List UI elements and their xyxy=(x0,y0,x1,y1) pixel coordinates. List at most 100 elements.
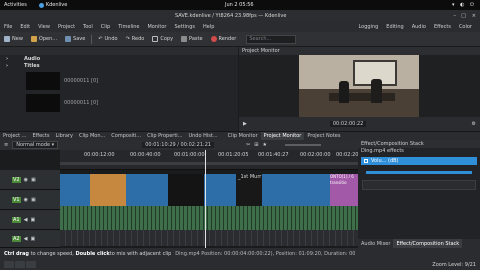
effect-enable-checkbox[interactable] xyxy=(364,159,368,163)
keyframe-bar[interactable] xyxy=(362,180,476,190)
ruler-tick-label: 00:01:00:00 xyxy=(174,152,205,158)
layout-audio[interactable]: Audio xyxy=(408,24,430,30)
layout-editing[interactable]: Editing xyxy=(382,24,407,30)
expand-icon[interactable]: › xyxy=(6,56,24,62)
open-button[interactable]: Open... xyxy=(27,33,61,46)
composition-clip[interactable]: ONTO[1] / 6 transitio xyxy=(330,174,358,206)
track-header-v2[interactable]: V2 ◉ ▣ xyxy=(0,170,60,190)
zoom-icon[interactable]: ⚙ xyxy=(472,121,476,127)
menu-monitor[interactable]: Monitor xyxy=(143,24,170,30)
video-preview[interactable] xyxy=(299,55,419,117)
video-clip[interactable] xyxy=(204,174,236,206)
undo-button[interactable]: ↶ Undo xyxy=(94,33,121,46)
eye-icon[interactable]: ◉ xyxy=(24,197,28,203)
zoom-slider[interactable] xyxy=(284,144,321,146)
split-icon[interactable]: ✂ xyxy=(246,142,250,148)
menu-help[interactable]: Help xyxy=(199,24,218,30)
video-clip[interactable] xyxy=(60,174,90,206)
menu-project[interactable]: Project xyxy=(54,24,79,30)
ruler-tick-label: 00:00:12:00 xyxy=(84,152,115,158)
monitor-timecode[interactable]: 00:02:00:22 xyxy=(329,121,367,127)
tab-effect-stack[interactable]: Effect/Composition Stack xyxy=(393,239,463,248)
close-icon[interactable]: × xyxy=(472,13,476,19)
layout-color[interactable]: Color xyxy=(455,24,476,30)
redo-label: Redo xyxy=(131,36,145,42)
menu-timeline[interactable]: Timeline xyxy=(114,24,143,30)
menu-clip[interactable]: Clip xyxy=(97,24,114,30)
toolbar-search-input[interactable]: Search... xyxy=(246,34,297,44)
menu-icon[interactable]: ≡ xyxy=(4,142,8,148)
title-clip[interactable]: _1st Murr xyxy=(236,174,262,206)
clip-label: ONTO[1] / 6 transitio xyxy=(330,174,354,185)
activities-button[interactable]: Activities xyxy=(0,2,31,8)
lock-icon[interactable]: ▣ xyxy=(31,177,36,183)
favorite-icon[interactable]: ★ xyxy=(262,142,266,148)
menu-edit[interactable]: Edit xyxy=(16,24,34,30)
track-header-v1[interactable]: V1 ◉ ▣ xyxy=(0,190,60,210)
maximize-icon[interactable]: □ xyxy=(461,13,466,19)
timeline-ruler[interactable]: 00:00:12:00 00:00:40:00 00:01:00:00 00:0… xyxy=(60,150,367,170)
track-header-a1[interactable]: A1 ◀ ▣ xyxy=(0,210,60,230)
volume-slider[interactable] xyxy=(366,171,472,174)
tab-audio-mixer[interactable]: Audio Mixer xyxy=(358,239,393,248)
status-toggle-button[interactable] xyxy=(4,261,14,268)
save-label: Save xyxy=(73,36,86,42)
lock-icon[interactable]: ▣ xyxy=(31,197,36,203)
effect-clip-name: Ding.mp4 effects xyxy=(361,148,404,154)
video-clip[interactable] xyxy=(262,174,330,206)
track-header-a2[interactable]: A2 ◀ ▣ xyxy=(0,230,60,248)
bin-item-audio-folder[interactable]: › Audio xyxy=(0,55,238,62)
track-name: A2 xyxy=(12,235,21,242)
playhead[interactable] xyxy=(205,150,206,248)
lock-icon[interactable]: ▣ xyxy=(30,236,35,242)
clip-thumbnail xyxy=(26,94,60,112)
bin-item-titles-folder[interactable]: › Titles xyxy=(0,62,238,69)
menu-file[interactable]: File xyxy=(0,24,16,30)
status-toggle-button[interactable] xyxy=(26,261,36,268)
layout-logging[interactable]: Logging xyxy=(354,24,382,30)
folder-icon xyxy=(30,36,37,42)
save-button[interactable]: Save xyxy=(61,33,89,46)
redo-icon: ↷ xyxy=(125,36,130,42)
status-toggle-button[interactable] xyxy=(15,261,25,268)
monitor-title: Project Monitor xyxy=(242,48,280,54)
system-tray-icons[interactable]: ▾ ◐ ⏻ xyxy=(452,2,476,8)
eye-icon[interactable]: ◉ xyxy=(24,177,28,183)
title-clip[interactable] xyxy=(90,174,126,206)
minimize-icon[interactable]: – xyxy=(454,13,457,19)
menu-view[interactable]: View xyxy=(34,24,54,30)
bin-clip-row[interactable]: 00000011 [0] xyxy=(26,71,226,91)
redo-button[interactable]: ↷ Redo xyxy=(122,33,149,46)
dark-clip[interactable] xyxy=(168,174,204,206)
expand-icon[interactable]: › xyxy=(6,63,24,69)
toolbar-divider xyxy=(91,34,93,44)
zone-bar[interactable] xyxy=(60,162,358,165)
effect-item[interactable]: Volu... (dB) xyxy=(361,157,477,165)
play-icon[interactable]: ▶ xyxy=(243,121,247,127)
edit-mode-select[interactable]: Normal mode ▾ xyxy=(12,141,59,149)
layout-effects[interactable]: Effects xyxy=(430,24,455,30)
copy-button[interactable]: Copy xyxy=(148,33,177,46)
snap-icon[interactable]: ⊞ xyxy=(254,142,258,148)
app-indicator[interactable]: Kdenlive xyxy=(31,2,76,8)
menu-settings[interactable]: Settings xyxy=(171,24,200,30)
menu-bar: File Edit View Project Tool Clip Timelin… xyxy=(0,21,480,32)
lock-icon[interactable]: ▣ xyxy=(30,217,35,223)
track-name: V2 xyxy=(12,176,21,183)
monitor-controls: ▶ 00:02:00:22 ⚙ xyxy=(239,117,480,131)
paste-button[interactable]: Paste xyxy=(177,33,207,46)
clock[interactable]: Jun 2 05:56 xyxy=(225,2,254,8)
menu-tool[interactable]: Tool xyxy=(79,24,97,30)
status-controls: Zoom Level: 9/21 xyxy=(0,259,480,270)
render-label: Render xyxy=(218,36,237,42)
new-file-icon xyxy=(4,36,10,42)
bin-toolbar xyxy=(0,47,238,55)
video-clip[interactable] xyxy=(126,174,168,206)
render-button[interactable]: Render xyxy=(207,33,241,46)
status-hint: Ctrl drag to change speed, Double click … xyxy=(0,248,480,259)
new-button[interactable]: New xyxy=(0,33,27,46)
speaker-icon[interactable]: ◀ xyxy=(24,236,28,242)
speaker-icon[interactable]: ◀ xyxy=(24,217,28,223)
bin-clip-row[interactable]: 00000011 [0] xyxy=(26,93,226,113)
bin-item-titles-label: Titles xyxy=(24,62,40,69)
